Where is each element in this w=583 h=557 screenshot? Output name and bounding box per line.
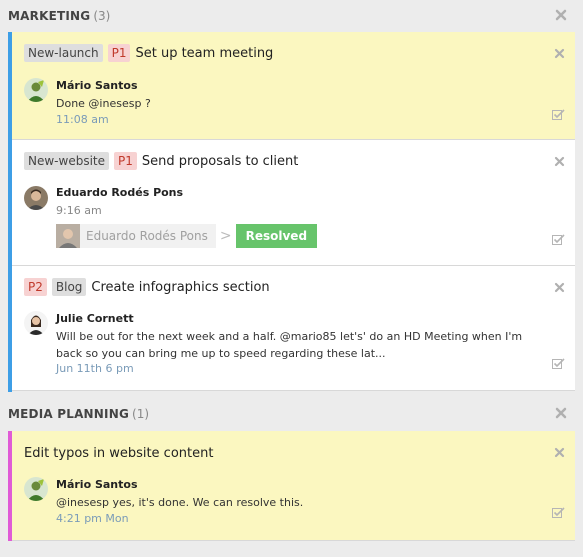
tag-label[interactable]: New-launch	[24, 44, 103, 62]
close-icon[interactable]	[554, 282, 565, 293]
tag-label[interactable]: Blog	[51, 278, 87, 296]
card-title-row: New-website P1 Send proposals to client	[24, 151, 298, 171]
comment-time: 11:08 am	[56, 113, 109, 126]
comment-text: Done @inesesp ?	[56, 97, 151, 110]
check-icon[interactable]	[552, 234, 565, 245]
priority-tag[interactable]: P1	[114, 152, 137, 170]
group-count: (1)	[132, 407, 150, 421]
priority-tag[interactable]: P1	[107, 44, 131, 62]
comment-time: 9:16 am	[56, 204, 102, 217]
check-icon[interactable]	[552, 507, 565, 518]
close-icon[interactable]	[554, 8, 568, 22]
avatar	[24, 311, 48, 335]
close-icon[interactable]	[554, 48, 565, 59]
group-media-planning: Edit typos in website content Mário Sant…	[8, 431, 575, 541]
group-count: (3)	[93, 9, 111, 23]
card-title-row: New-launch P1 Set up team meeting	[24, 43, 273, 63]
task-title[interactable]: Create infographics section	[91, 280, 269, 295]
tag-label[interactable]: New-website	[24, 152, 109, 170]
close-icon[interactable]	[554, 447, 565, 458]
comment-author: Eduardo Rodés Pons	[56, 186, 184, 199]
chevron-right-icon: >	[219, 228, 232, 244]
comment-author: Mário Santos	[56, 478, 138, 491]
avatar	[24, 186, 48, 210]
task-card[interactable]: Edit typos in website content Mário Sant…	[12, 431, 575, 541]
comment-author: Mário Santos	[56, 79, 138, 92]
group-marketing: New-launch P1 Set up team meeting Mário …	[8, 32, 575, 392]
avatar	[24, 78, 48, 102]
task-card[interactable]: New-launch P1 Set up team meeting Mário …	[12, 32, 575, 140]
check-icon[interactable]	[552, 358, 565, 369]
close-icon[interactable]	[554, 156, 565, 167]
task-title[interactable]: Send proposals to client	[142, 154, 299, 169]
group-title: MEDIA PLANNING	[8, 407, 130, 421]
resolved-button[interactable]: Resolved	[235, 224, 318, 248]
group-header-media-planning: MEDIA PLANNING (1)	[8, 402, 583, 426]
task-card[interactable]: New-website P1 Send proposals to client …	[12, 140, 575, 266]
priority-tag[interactable]: P2	[24, 278, 47, 296]
comment-time: 4:21 pm Mon	[56, 512, 129, 525]
task-title[interactable]: Set up team meeting	[135, 46, 273, 61]
task-title[interactable]: Edit typos in website content	[24, 446, 213, 461]
card-title-row: Edit typos in website content	[24, 443, 213, 463]
group-header-marketing: MARKETING (3)	[8, 4, 583, 28]
avatar	[56, 224, 80, 248]
task-card[interactable]: P2 Blog Create infographics section Juli…	[12, 266, 575, 391]
comment-time: Jun 11th 6 pm	[56, 362, 134, 375]
assignee-name: Eduardo Rodés Pons	[80, 224, 216, 248]
comment-author: Julie Cornett	[56, 312, 134, 325]
avatar	[24, 477, 48, 501]
comment-text: @inesesp yes, it's done. We can resolve …	[56, 496, 304, 509]
card-title-row: P2 Blog Create infographics section	[24, 277, 270, 297]
close-icon[interactable]	[554, 406, 568, 420]
resolve-row: Eduardo Rodés Pons > Resolved	[56, 224, 318, 248]
comment-text: Will be out for the next week and a half…	[56, 330, 523, 360]
check-icon[interactable]	[552, 109, 565, 120]
group-title: MARKETING	[8, 9, 91, 23]
